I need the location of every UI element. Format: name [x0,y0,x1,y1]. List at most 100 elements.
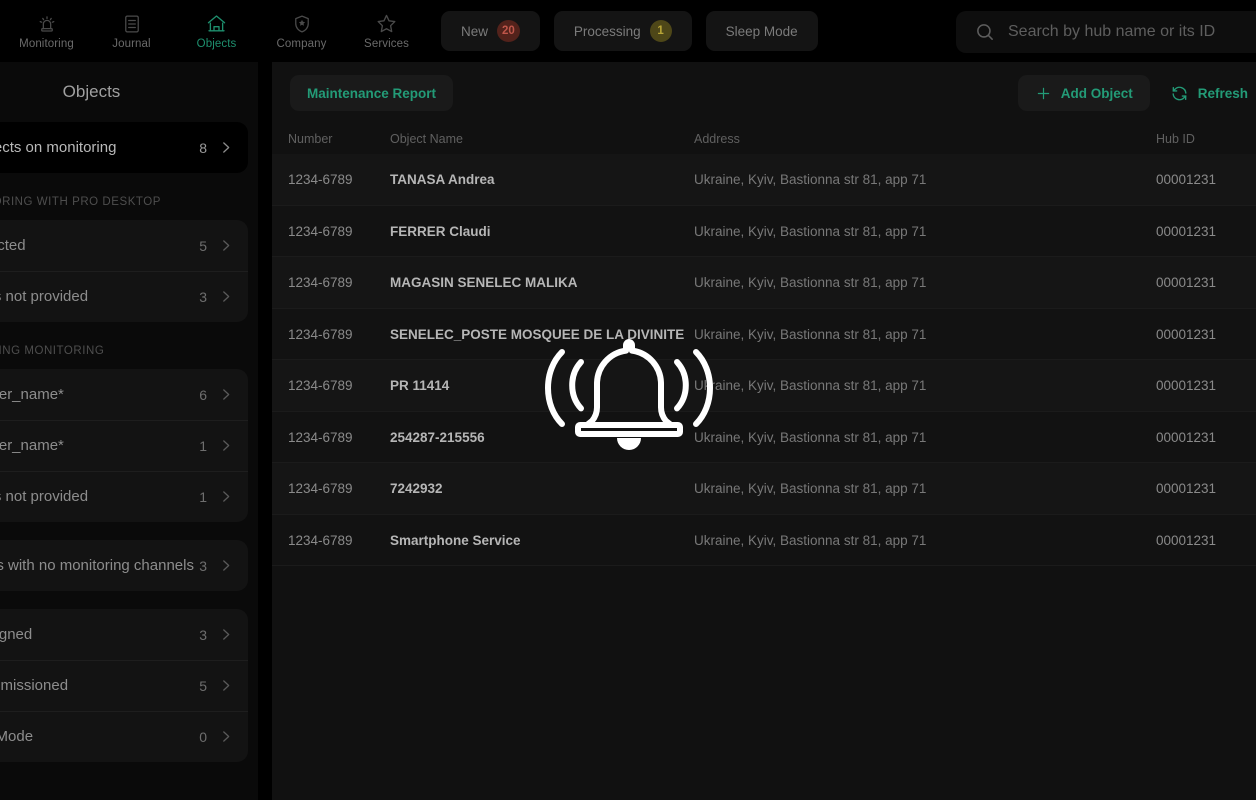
cell-address: Ukraine, Kyiv, Bastionna str 81, app 71 [694,378,1156,393]
sidebar-item[interactable]: All objects on monitoring8 [0,122,248,173]
cell-number: 1234-6789 [288,430,390,445]
chip-label: Sleep Mode [726,24,798,39]
cell-number: 1234-6789 [288,481,390,496]
refresh-button[interactable]: Refresh [1158,75,1256,111]
nav-item-monitoring[interactable]: Monitoring [4,0,89,62]
refresh-label: Refresh [1198,86,1248,101]
chevron-right-icon [217,488,234,505]
chevron-right-icon [217,557,234,574]
chevron-right-icon [217,677,234,694]
add-object-button[interactable]: Add Object [1018,75,1150,111]
table-body: 1234-6789TANASA AndreaUkraine, Kyiv, Bas… [272,154,1256,566]
cell-number: 1234-6789 [288,327,390,342]
sidebar-item-label: *receiver_name* [0,386,199,403]
cell-hub-id: 00001231 [1156,430,1256,445]
sidebar-item[interactable]: Objects with no monitoring channels3 [0,540,248,591]
cell-object-name: PR 11414 [390,378,694,393]
sidebar-item[interactable]: Sleep Mode0 [0,711,248,762]
table-row[interactable]: 1234-6789254287-215556Ukraine, Kyiv, Bas… [272,412,1256,464]
objects-main-panel: Maintenance Report Add Object [272,62,1256,800]
sidebar-item-label: Access not provided [0,288,199,305]
refresh-icon [1170,84,1189,103]
nav-item-objects[interactable]: Objects [174,0,259,62]
nav-item-company[interactable]: Company [259,0,344,62]
sidebar-spacer [0,526,248,540]
column-header-address: Address [694,132,1156,146]
sidebar-item[interactable]: Connected5 [0,220,248,271]
chevron-right-icon [217,288,234,305]
cell-object-name: FERRER Claudi [390,224,694,239]
sidebar-spacer [0,595,248,609]
chevron-right-icon [217,139,234,156]
cell-address: Ukraine, Kyiv, Bastionna str 81, app 71 [694,224,1156,239]
column-header-object-name: Object Name [390,132,694,146]
cell-hub-id: 00001231 [1156,224,1256,239]
sidebar-section-header: MONITORING WITH PRO DESKTOP [0,177,248,220]
maintenance-report-label: Maintenance Report [307,86,436,101]
sidebar-title: Objects [0,62,258,122]
chip-processing[interactable]: Processing 1 [554,11,692,51]
plus-icon [1035,85,1052,102]
table-row[interactable]: 1234-6789PR 11414Ukraine, Kyiv, Bastionn… [272,360,1256,412]
sidebar-item-label: *receiver_name* [0,437,199,454]
star-icon [375,12,399,36]
status-filter-chips: New 20 Processing 1 Sleep Mode [441,11,818,51]
sidebar-item[interactable]: Access not provided1 [0,471,248,522]
sidebar-group: Objects with no monitoring channels3 [0,540,248,591]
sidebar-item[interactable]: *receiver_name*6 [0,369,248,420]
nav-item-services[interactable]: Services [344,0,429,62]
sidebar-item[interactable]: Unassigned3 [0,609,248,660]
sidebar-group: *receiver_name*6*receiver_name*1Access n… [0,369,248,522]
add-object-label: Add Object [1061,86,1133,101]
document-lines-icon [120,12,144,36]
table-row[interactable]: 1234-6789TANASA AndreaUkraine, Kyiv, Bas… [272,154,1256,206]
sidebar-group: Connected5Access not provided3 [0,220,248,322]
cell-object-name: Smartphone Service [390,533,694,548]
chip-sleep-mode[interactable]: Sleep Mode [706,11,818,51]
table-row[interactable]: 1234-67897242932Ukraine, Kyiv, Bastionna… [272,463,1256,515]
main-toolbar: Maintenance Report Add Object [272,62,1256,124]
sidebar-group-list[interactable]: All objects on monitoring8MONITORING WIT… [0,122,258,762]
table-header-row: Number Object Name Address Hub ID [272,124,1256,154]
table-row[interactable]: 1234-6789Smartphone ServiceUkraine, Kyiv… [272,515,1256,567]
chevron-right-icon [217,386,234,403]
table-row[interactable]: 1234-6789FERRER ClaudiUkraine, Kyiv, Bas… [272,206,1256,258]
nav-item-label: Objects [197,39,237,51]
nav-item-journal[interactable]: Journal [89,0,174,62]
cell-address: Ukraine, Kyiv, Bastionna str 81, app 71 [694,172,1156,187]
objects-table: Number Object Name Address Hub ID 1234-6… [272,124,1256,566]
sidebar-section-header: SIGNALING MONITORING [0,326,248,369]
cell-hub-id: 00001231 [1156,481,1256,496]
top-navigation-bar: Monitoring Journal [0,0,1256,62]
cell-address: Ukraine, Kyiv, Bastionna str 81, app 71 [694,275,1156,290]
sidebar-item-count: 1 [199,489,207,505]
sidebar-item-label: Objects with no monitoring channels [0,557,199,574]
sidebar-item[interactable]: Decommissioned5 [0,660,248,711]
cell-object-name: MAGASIN SENELEC MALIKA [390,275,694,290]
cell-address: Ukraine, Kyiv, Bastionna str 81, app 71 [694,533,1156,548]
chip-new[interactable]: New 20 [441,11,540,51]
app-root: Monitoring Journal [0,0,1256,800]
objects-sidebar: Objects All objects on monitoring8MONITO… [0,62,258,800]
table-row[interactable]: 1234-6789MAGASIN SENELEC MALIKAUkraine, … [272,257,1256,309]
chip-label: New [461,24,488,39]
cell-number: 1234-6789 [288,533,390,548]
status-badge: 20 [497,20,520,42]
search-input[interactable] [1008,23,1256,41]
search-bar[interactable] [956,11,1256,53]
nav-item-label: Services [364,39,409,51]
sidebar-item[interactable]: *receiver_name*1 [0,420,248,471]
cell-number: 1234-6789 [288,378,390,393]
cell-number: 1234-6789 [288,224,390,239]
sidebar-item-label: Decommissioned [0,677,199,694]
sidebar-item[interactable]: Access not provided3 [0,271,248,322]
sidebar-group: Unassigned3Decommissioned5Sleep Mode0 [0,609,248,762]
cell-hub-id: 00001231 [1156,378,1256,393]
sidebar-item-label: Connected [0,237,199,254]
chevron-right-icon [217,626,234,643]
cell-number: 1234-6789 [288,172,390,187]
cell-hub-id: 00001231 [1156,327,1256,342]
maintenance-report-button[interactable]: Maintenance Report [290,75,453,111]
table-row[interactable]: 1234-6789SENELEC_POSTE MOSQUEE DE LA DIV… [272,309,1256,361]
sidebar-item-count: 5 [199,678,207,694]
